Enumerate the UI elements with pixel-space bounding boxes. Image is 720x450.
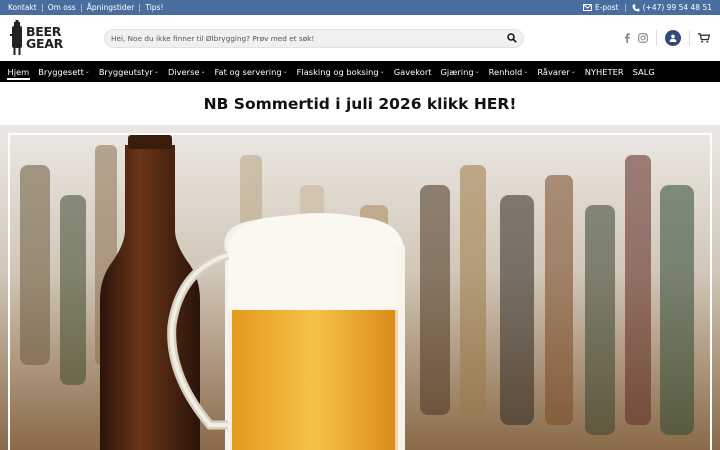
promo-banner[interactable]: NB Sommertid i juli 2026 klikk HER! [0, 82, 720, 125]
facebook-icon[interactable] [624, 33, 630, 43]
nav-item-bryggeutstyr[interactable]: Bryggeutstyr ⌄ [94, 61, 163, 82]
nav-label: Renhold [488, 66, 523, 77]
nav-item-diverse[interactable]: Diverse ⌄ [163, 61, 210, 82]
cart-icon[interactable] [698, 33, 710, 43]
nav-item-ravarer[interactable]: Råvarer ⌄ [533, 61, 580, 82]
nav-item-nyheter[interactable]: NYHETER [580, 61, 628, 82]
nav-item-renhold[interactable]: Renhold ⌄ [484, 61, 533, 82]
chevron-down-icon: ⌄ [474, 68, 480, 75]
nav-item-gjaering[interactable]: Gjæring ⌄ [436, 61, 484, 82]
nav-label: Bryggeutstyr [98, 66, 153, 77]
top-bar: Kontakt Om oss Åpningstider Tips! E-post… [0, 0, 720, 15]
chevron-down-icon: ⌄ [84, 68, 90, 75]
phone-link[interactable]: (+47) 99 54 48 51 [626, 3, 712, 12]
nav-label: Råvarer [537, 66, 570, 77]
search-bar [104, 28, 524, 48]
nav-item-fat-og-servering[interactable]: Fat og servering ⌄ [210, 61, 292, 82]
chevron-down-icon: ⌄ [379, 68, 385, 75]
link-kontakt[interactable]: Kontakt [8, 3, 42, 12]
chevron-down-icon: ⌄ [523, 68, 529, 75]
brew-kettle-icon [10, 20, 22, 55]
nav-item-bryggesett[interactable]: Bryggesett ⌄ [34, 61, 95, 82]
chevron-down-icon: ⌄ [200, 68, 206, 75]
nav-label: SALG [632, 66, 655, 77]
main-nav: Hjem Bryggesett ⌄ Bryggeutstyr ⌄ Diverse ⌄ … [0, 61, 720, 82]
nav-label: Gjæring [440, 66, 474, 77]
phone-label: (+47) 99 54 48 51 [642, 3, 712, 12]
top-links: Kontakt Om oss Åpningstider Tips! [8, 3, 168, 12]
hero-banner[interactable] [0, 125, 720, 450]
search-input[interactable] [111, 33, 507, 43]
nav-item-gavekort[interactable]: Gavekort [389, 61, 436, 82]
phone-icon [632, 4, 640, 11]
chevron-down-icon: ⌄ [570, 68, 576, 75]
top-contact: E-post (+47) 99 54 48 51 [577, 3, 712, 12]
nav-label: Fat og servering [214, 66, 282, 77]
hero-frame [8, 133, 712, 450]
nav-label: Bryggesett [38, 66, 84, 77]
chevron-down-icon: ⌄ [153, 68, 159, 75]
search-icon[interactable] [507, 33, 517, 43]
chevron-down-icon: ⌄ [282, 68, 288, 75]
divider [656, 30, 657, 46]
header-icons [624, 30, 710, 46]
link-om-oss[interactable]: Om oss [43, 3, 81, 12]
nav-item-flasking-og-boksing[interactable]: Flasking og boksing ⌄ [292, 61, 389, 82]
email-link[interactable]: E-post [577, 3, 625, 12]
mail-icon [582, 4, 592, 11]
nav-label: NYHETER [584, 66, 624, 77]
logo[interactable]: BEER GEAR [10, 19, 72, 57]
logo-text-gear: GEAR [26, 36, 63, 51]
header: BEER GEAR [0, 15, 720, 61]
email-label: E-post [594, 3, 619, 12]
nav-label: Flasking og boksing [296, 66, 379, 77]
nav-item-hjem[interactable]: Hjem [3, 61, 34, 82]
account-button[interactable] [665, 30, 681, 46]
link-tips[interactable]: Tips! [140, 3, 168, 12]
nav-item-salg[interactable]: SALG [628, 61, 659, 82]
nav-label: Diverse [167, 66, 200, 77]
promo-text: NB Sommertid i juli 2026 klikk HER! [203, 94, 517, 113]
user-icon [669, 34, 677, 42]
divider [689, 30, 690, 46]
link-apningstider[interactable]: Åpningstider [82, 3, 140, 12]
nav-label: Hjem [7, 66, 30, 77]
instagram-icon[interactable] [638, 33, 648, 43]
nav-label: Gavekort [393, 66, 432, 77]
